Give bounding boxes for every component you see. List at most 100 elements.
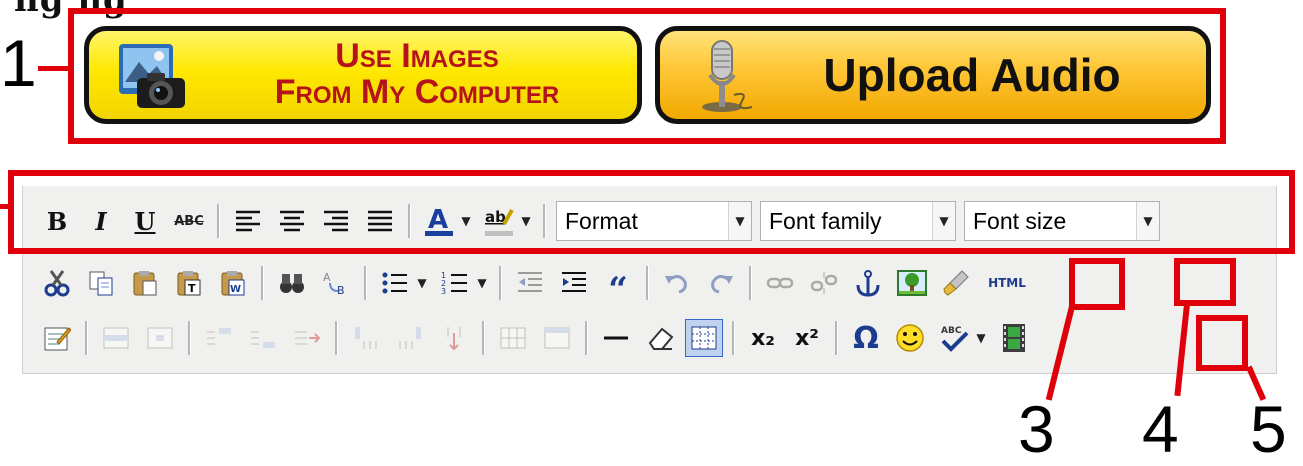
undo-icon [665, 275, 687, 294]
callout-number-5: 5 [1250, 392, 1287, 466]
insert-col-before-icon [355, 327, 377, 349]
toolbar-separator [732, 321, 735, 355]
outdent-icon [518, 272, 542, 292]
html-source-button[interactable]: HTML [981, 264, 1033, 302]
horizontal-rule-icon [604, 336, 628, 340]
html-source-label: HTML [988, 276, 1026, 290]
edit-document-button[interactable] [38, 319, 76, 357]
split-cells-icon [500, 327, 526, 349]
paste-word-button[interactable]: W [214, 264, 252, 302]
paste-text-button[interactable]: T [170, 264, 208, 302]
scissors-icon [44, 270, 70, 297]
smiley-icon [896, 324, 924, 352]
copy-button[interactable] [82, 264, 120, 302]
find-button[interactable] [273, 264, 311, 302]
binoculars-icon [280, 274, 304, 293]
special-char-button[interactable]: Ω [847, 319, 885, 357]
undo-button[interactable] [658, 264, 696, 302]
unlink-button[interactable] [805, 264, 843, 302]
superscript-button[interactable]: x² [788, 319, 826, 357]
paste-button[interactable] [126, 264, 164, 302]
blockquote-button[interactable]: “ [599, 257, 637, 310]
toolbar-separator [499, 266, 502, 300]
toolbar-separator [749, 266, 752, 300]
cleanup-button[interactable] [937, 264, 975, 302]
blockquote-icon: “ [608, 270, 628, 310]
insert-col-after-icon [399, 327, 421, 349]
row-properties-button[interactable] [97, 319, 135, 357]
cut-button[interactable] [38, 264, 76, 302]
eraser-icon [648, 327, 674, 350]
insert-image-button[interactable] [893, 264, 931, 302]
upload-audio-label: Upload Audio [823, 49, 1121, 101]
clipboard-icon [133, 271, 157, 296]
film-strip-icon [1003, 324, 1025, 352]
spellcheck-dropdown-arrow[interactable]: ▼ [974, 319, 988, 357]
insert-link-button[interactable] [761, 264, 799, 302]
toolbar-separator [261, 266, 264, 300]
insert-col-after-button[interactable] [391, 319, 429, 357]
merge-cells-button[interactable] [538, 319, 576, 357]
microphone-icon [678, 31, 768, 119]
svg-text:B: B [337, 284, 345, 297]
bullet-list-dropdown-arrow[interactable]: ▼ [415, 264, 429, 302]
callout-box-3 [1069, 258, 1125, 310]
link-icon [766, 277, 794, 289]
paste-word-icon: W [221, 271, 245, 296]
numbered-list-button[interactable]: 123 [436, 264, 474, 302]
camera-photo-icon [107, 31, 197, 119]
table-cell-icon [147, 327, 173, 349]
subscript-label: x₂ [751, 325, 775, 351]
replace-icon: AB [323, 271, 345, 297]
horizontal-rule-button[interactable] [597, 319, 635, 357]
brush-icon [943, 270, 969, 296]
bullet-list-icon [382, 272, 407, 294]
callout-number-3: 3 [1018, 392, 1055, 466]
insert-row-after-button[interactable] [244, 319, 282, 357]
delete-col-button[interactable] [435, 319, 473, 357]
toolbar-row-2: T W AB ▼ 123 ▼ “ HTML [35, 256, 1036, 310]
insert-row-before-button[interactable] [200, 319, 238, 357]
numbered-list-icon: 123 [441, 271, 467, 296]
redo-button[interactable] [702, 264, 740, 302]
unlink-icon [810, 272, 838, 294]
spellcheck-button[interactable]: ABC [935, 319, 973, 357]
table-row-icon [103, 327, 129, 349]
svg-text:3: 3 [441, 287, 446, 296]
callout-number-4: 4 [1142, 392, 1179, 466]
callout-1-connector [38, 66, 72, 71]
toolbar-separator [585, 321, 588, 355]
delete-row-button[interactable] [288, 319, 326, 357]
spellcheck-icon: ABC [941, 326, 969, 352]
superscript-label: x² [795, 325, 819, 351]
bullet-list-button[interactable] [376, 264, 414, 302]
outdent-button[interactable] [511, 264, 549, 302]
subscript-button[interactable]: x₂ [744, 319, 782, 357]
omega-icon: Ω [853, 320, 879, 356]
svg-text:T: T [188, 282, 196, 295]
toolbar-separator [646, 266, 649, 300]
anchor-icon [856, 270, 880, 297]
redo-icon [711, 275, 733, 294]
insert-media-button[interactable] [995, 319, 1033, 357]
numbered-list-dropdown-arrow[interactable]: ▼ [475, 264, 489, 302]
cell-properties-button[interactable] [141, 319, 179, 357]
upload-audio-button[interactable]: Upload Audio [655, 26, 1211, 124]
anchor-button[interactable] [849, 264, 887, 302]
use-images-from-computer-button[interactable]: Use Images From My Computer [84, 26, 642, 124]
callout-number-1: 1 [0, 26, 37, 100]
insert-col-before-button[interactable] [347, 319, 385, 357]
split-cells-button[interactable] [494, 319, 532, 357]
delete-row-icon [295, 331, 321, 345]
use-images-line-1: Use Images [335, 37, 499, 76]
use-images-line-2: From My Computer [274, 73, 560, 111]
insert-row-before-icon [207, 328, 231, 345]
emoticons-button[interactable] [891, 319, 929, 357]
replace-button[interactable]: AB [317, 264, 355, 302]
indent-icon [562, 272, 586, 292]
svg-text:ABC: ABC [941, 326, 962, 336]
indent-button[interactable] [555, 264, 593, 302]
visual-aid-button[interactable] [685, 319, 723, 357]
remove-format-button[interactable] [641, 319, 679, 357]
callout-2-connector [0, 204, 10, 209]
